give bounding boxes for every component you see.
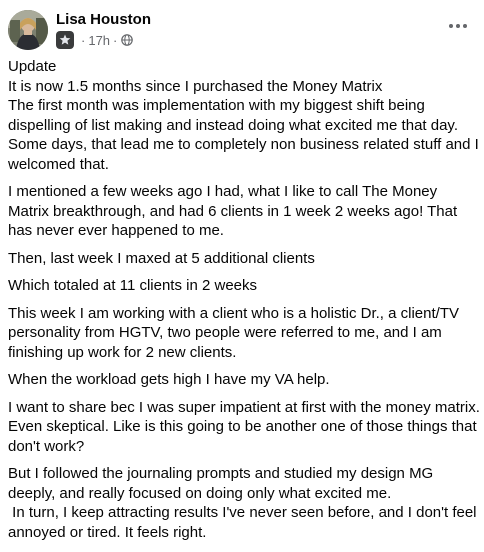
author-name[interactable]: Lisa Houston — [56, 10, 151, 29]
globe-icon[interactable] — [121, 34, 134, 46]
avatar-image — [8, 10, 48, 50]
post-paragraph: I mentioned a few weeks ago I had, what … — [8, 183, 462, 239]
post-paragraph: Then, last week I maxed at 5 additional … — [8, 249, 315, 267]
meta-separator: · — [81, 32, 86, 48]
more-options-button[interactable] — [440, 12, 476, 40]
more-options-icon — [449, 24, 467, 28]
post-paragraph: When the workload gets high I have my VA… — [8, 371, 330, 388]
post-paragraph: I want to share bec I was super impatien… — [8, 398, 484, 455]
post-paragraph: But I followed the journaling prompts an… — [8, 465, 477, 541]
avatar[interactable] — [8, 10, 48, 50]
post-paragraph: This week I am working with a client who… — [8, 304, 464, 361]
meta-separator: · — [113, 32, 118, 48]
post-meta: · 17h · — [56, 31, 134, 49]
post-paragraph: Which totaled at 11 clients in 2 weeks — [8, 277, 258, 294]
post-timestamp[interactable]: 17h — [88, 33, 110, 48]
post-header: Lisa Houston · 17h · — [8, 8, 476, 52]
post-body: Update It is now 1.5 months since I purc… — [8, 57, 480, 550]
group-badge-icon[interactable] — [56, 31, 74, 49]
post-paragraph: Update It is now 1.5 months since I purc… — [8, 58, 479, 173]
